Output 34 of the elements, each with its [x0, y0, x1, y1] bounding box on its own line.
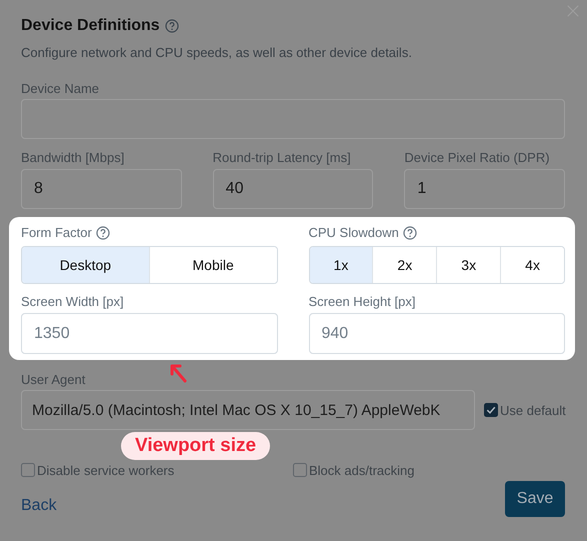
dialog-subtitle: Configure network and CPU speeds, as well as other device details.: [21, 44, 413, 62]
checkbox-label: Disable service workers: [37, 462, 174, 478]
segment-option[interactable]: Mobile: [148, 247, 276, 283]
save-button[interactable]: Save: [505, 481, 565, 517]
field-label: CPU Slowdown: [308, 224, 399, 242]
checkbox[interactable]: [293, 463, 307, 477]
field-label: Bandwidth [Mbps]: [21, 149, 126, 167]
input-field[interactable]: Mozilla/5.0 (Macintosh; Intel Mac OS X 10_15_7) AppleWebK: [21, 390, 475, 430]
help-icon[interactable]: [164, 19, 179, 33]
input-field[interactable]: 8: [21, 169, 182, 209]
back-link[interactable]: Back: [21, 497, 57, 517]
field-label: Screen Width [px]: [21, 293, 125, 311]
annotation-arrow: [170, 364, 186, 382]
field-label: User Agent: [21, 371, 86, 389]
segment-option[interactable]: 4x: [500, 247, 564, 283]
checkbox[interactable]: [21, 463, 35, 477]
field-label: Round-trip Latency [ms]: [212, 149, 352, 167]
input-field[interactable]: 1: [404, 169, 566, 209]
field-label: Device Name: [21, 80, 100, 98]
checkbox-label: Block ads/tracking: [309, 462, 414, 478]
input-field[interactable]: 940: [308, 313, 565, 354]
field-label: Form Factor: [21, 224, 92, 242]
segment-option[interactable]: Desktop: [22, 247, 149, 283]
input-field[interactable]: 40: [212, 169, 374, 209]
checkbox-label: Use default: [500, 402, 566, 418]
dialog-title: Device Definitions: [21, 17, 160, 35]
field-label: Device Pixel Ratio (DPR): [404, 149, 551, 167]
help-icon[interactable]: [402, 226, 417, 240]
field-label: Screen Height [px]: [308, 293, 416, 311]
segment-option[interactable]: 1x: [310, 247, 372, 283]
input-field[interactable]: 1350: [21, 313, 278, 354]
help-icon[interactable]: [96, 226, 110, 240]
checkbox[interactable]: [484, 403, 498, 417]
annotation-label: Viewport size: [121, 432, 270, 460]
